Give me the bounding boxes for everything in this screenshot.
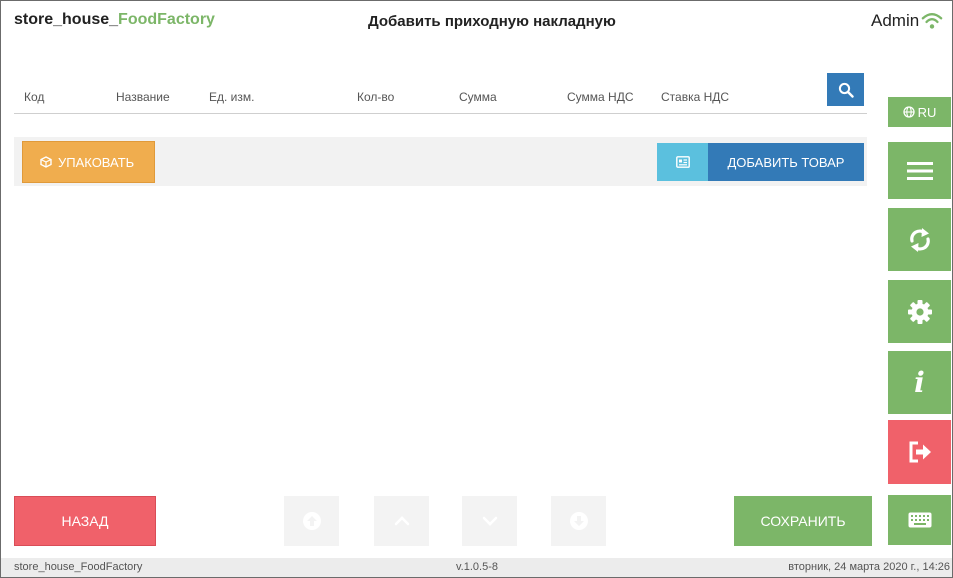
page-title: Добавить приходную накладную (368, 13, 616, 30)
header: store_house_FoodFactory Добавить приходн… (1, 1, 952, 43)
add-item-scan-button[interactable] (657, 143, 708, 181)
app-name-accent: FoodFactory (118, 11, 215, 28)
column-header-code: Код (24, 90, 45, 104)
save-button[interactable]: СОХРАНИТЬ (734, 496, 872, 546)
chevron-up-icon (394, 516, 409, 526)
wifi-icon (921, 13, 943, 29)
status-version: v.1.0.5-8 (456, 561, 498, 573)
status-datetime: вторник, 24 марта 2020 г., 14:26 (788, 561, 950, 573)
column-header-sum: Сумма (459, 90, 497, 104)
language-label: RU (917, 104, 937, 120)
search-icon (838, 82, 854, 98)
pack-button[interactable]: УПАКОВАТЬ (22, 141, 155, 183)
box-icon (40, 156, 52, 168)
add-item-button[interactable]: ДОБАВИТЬ ТОВАР (708, 143, 864, 181)
settings-button[interactable] (888, 280, 951, 343)
status-bar: store_house_FoodFactory v.1.0.5-8 вторни… (1, 558, 952, 577)
logout-button[interactable] (888, 420, 951, 484)
keyboard-button[interactable] (888, 495, 951, 545)
sync-button[interactable] (888, 208, 951, 271)
hamburger-icon (906, 161, 933, 180)
back-button[interactable]: НАЗАД (14, 496, 156, 546)
info-icon: i (914, 366, 925, 399)
keyboard-icon (908, 512, 931, 528)
app-window: store_house_FoodFactory Добавить приходн… (0, 0, 953, 578)
scroll-top-button[interactable] (284, 496, 339, 546)
arrow-circle-up-icon (302, 512, 321, 530)
scroll-down-button[interactable] (462, 496, 517, 546)
chevron-down-icon (482, 516, 497, 526)
gear-icon (907, 299, 932, 324)
column-header-vat-sum: Сумма НДС (567, 90, 634, 104)
pack-button-label: УПАКОВАТЬ (58, 154, 135, 170)
header-divider (14, 113, 867, 114)
globe-icon (902, 106, 915, 118)
menu-button[interactable] (888, 142, 951, 199)
info-button[interactable]: i (888, 351, 951, 414)
status-app-name: store_house_FoodFactory (14, 561, 143, 573)
logout-icon (909, 441, 931, 463)
column-header-vat-rate: Ставка НДС (661, 90, 730, 104)
app-name-prefix: store_house_ (14, 11, 119, 28)
column-header-name: Название (116, 90, 170, 104)
app-name: store_house_FoodFactory (14, 11, 215, 29)
toolbar: УПАКОВАТЬ ДОБАВИТЬ ТОВАР (14, 137, 867, 186)
scroll-up-button[interactable] (374, 496, 429, 546)
arrow-circle-down-icon (569, 512, 588, 530)
language-button[interactable]: RU (888, 97, 951, 127)
column-header-quantity: Кол-во (357, 90, 395, 104)
sync-icon (909, 227, 930, 252)
column-header-unit: Ед. изм. (209, 90, 255, 104)
id-card-icon (675, 156, 690, 168)
user-name[interactable]: Admin (871, 11, 919, 31)
search-button[interactable] (827, 73, 864, 106)
scroll-bottom-button[interactable] (551, 496, 606, 546)
